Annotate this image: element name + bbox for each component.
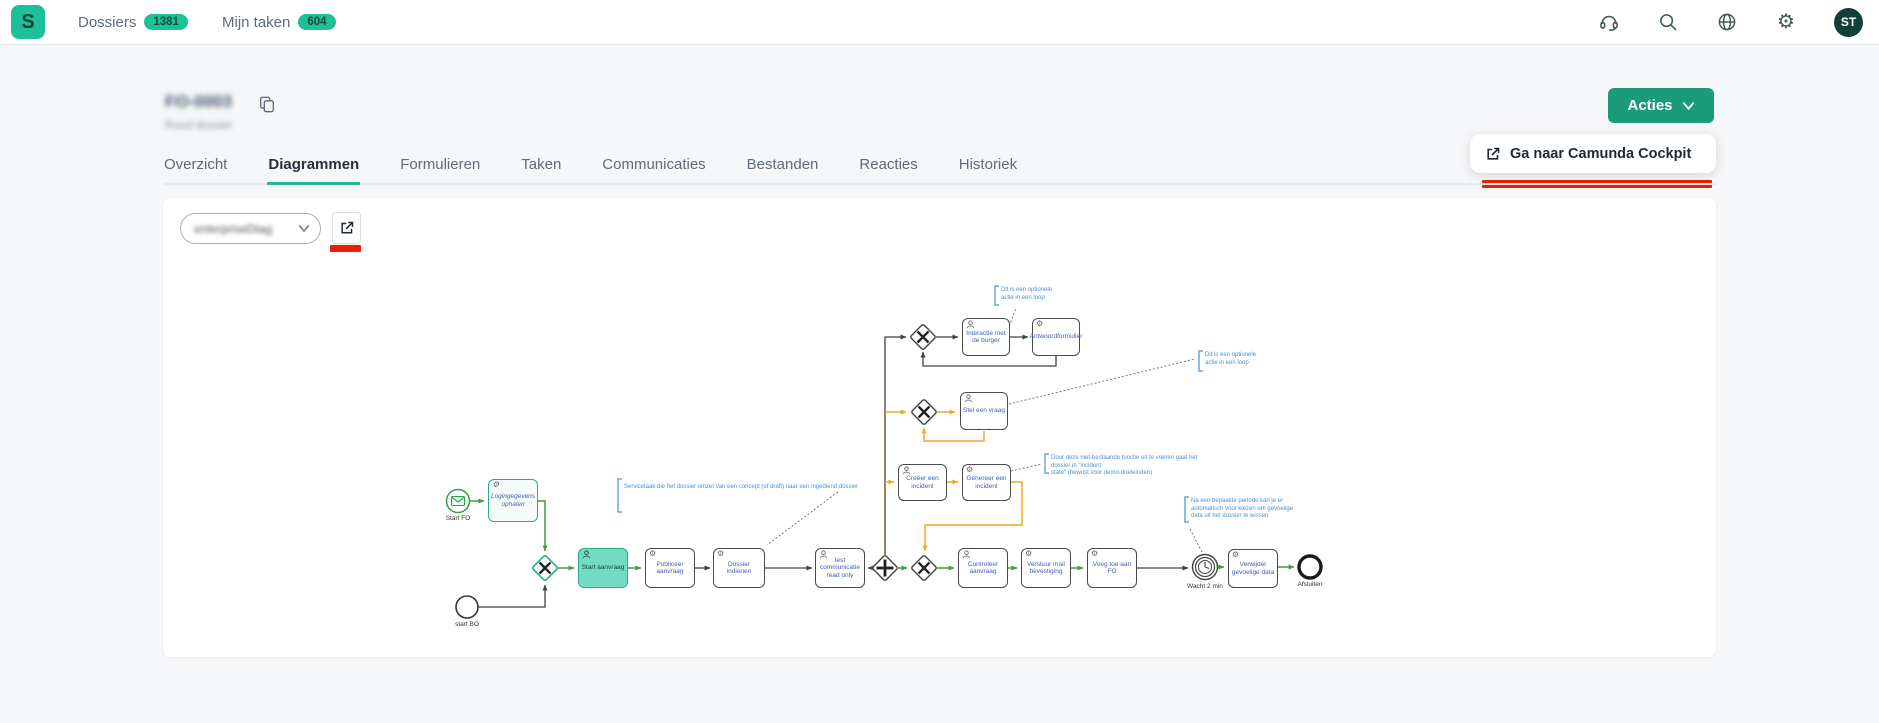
chevron-down-icon [1682,101,1695,111]
tab-bestanden[interactable]: Bestanden [746,152,820,183]
tab-bar: Overzicht Diagrammen Formulieren Taken C… [163,152,1716,185]
task-antwoordformulier: ⚙ Antwoordformulier [1032,318,1080,356]
service-task-icon: ⚙ [966,466,973,474]
task-start-aanvraag: Start aanvraag [578,548,628,588]
red-underline-annotation [330,245,361,252]
nav-item-dossiers[interactable]: Dossiers 1381 [78,0,188,44]
tab-diagrammen[interactable]: Diagrammen [267,152,360,185]
service-task-icon: ⚙ [1091,550,1098,558]
service-task-icon: ⚙ [492,481,499,489]
event-start-fo-message [447,490,470,513]
diagram-select-value: enterpriseDiag [194,222,272,236]
task-voeg-toe-aan-fo: ⚙ Voeg toe aan FO [1087,548,1137,588]
chevron-down-icon [298,224,310,233]
service-task-icon: ⚙ [1232,551,1239,559]
gateway-xor-vraag-loop [911,399,937,425]
task-genereer-een-incident: ⚙ Genereer een incident [962,464,1011,501]
annotation-gevoelige-data: Na een bepaalde periode kan je er automa… [1191,498,1316,521]
tab-taken[interactable]: Taken [520,152,562,183]
task-controleer-aanvraag: Controleer aanvraag [958,548,1008,588]
service-task-icon: ⚙ [1036,320,1043,328]
top-navbar: S Dossiers 1381 Mijn taken 604 [0,0,1879,45]
event-label-start-fo: Start FO [436,515,480,522]
task-stel-een-vraag: Stel een vraag [960,392,1008,430]
gateway-xor-burger-loop [910,324,936,350]
event-timer-wait [1193,555,1218,580]
task-verwijder-gevoelige-data: ⚙ Verwijder gevoelige data [1228,549,1278,588]
service-task-icon: ⚙ [649,550,656,558]
nav-item-mijn-taken[interactable]: Mijn taken 604 [222,0,336,44]
event-label-start-bo: start BO [445,621,489,628]
user-task-icon [964,394,973,406]
gateway-xor-main [911,555,937,581]
tab-reacties[interactable]: Reacties [858,152,918,183]
nav-item-label: Mijn taken [222,14,290,31]
gateway-xor-start [532,555,558,581]
task-publiceer-aanvraag: ⚙ Publiceer aanvraag [645,548,695,588]
search-icon[interactable] [1657,11,1679,33]
settings-gear-icon[interactable]: ⚙ [1775,11,1797,33]
acties-button[interactable]: Acties [1608,88,1714,123]
user-task-icon [819,550,828,562]
tab-formulieren[interactable]: Formulieren [399,152,481,183]
task-interactie-met-burger: Interactie met de burger [962,318,1010,356]
copy-icon[interactable] [258,95,276,113]
taken-count-badge: 604 [298,14,335,30]
app-logo[interactable]: S [11,5,45,39]
user-avatar[interactable]: ST [1834,8,1863,37]
tab-overzicht[interactable]: Overzicht [163,152,228,183]
annotation-optionele-actie-1: Dit is een optionele actie in een loop [1001,287,1056,302]
event-label-afsluiten: Afsluiten [1288,581,1332,588]
page-subtitle: Rood dossier [165,120,233,132]
service-task-icon: ⚙ [717,550,724,558]
headset-icon[interactable] [1598,11,1620,33]
gateway-parallel [872,555,898,581]
tab-historiek[interactable]: Historiek [958,152,1018,183]
diagram-select[interactable]: enterpriseDiag [180,213,321,244]
annotation-optionele-actie-2: Dit is een optionele actie in een loop [1205,352,1260,367]
annotation-incident-state: Door deze niet-bestaande functie uit te … [1051,455,1201,478]
user-task-icon [962,550,971,562]
navbar-actions: ⚙ ST [1598,0,1863,44]
task-logingegevens-ophalen: ⚙ Logingegevens ophalen [488,479,538,522]
event-end-afsluiten [1299,556,1321,578]
annotation-servicetaak: Servicetaak die het dossier omzet van ee… [624,484,864,492]
task-creeer-een-incident: Creëer een incident [898,464,947,501]
app-window: S Dossiers 1381 Mijn taken 604 [0,0,1879,723]
acties-button-label: Acties [1627,97,1672,114]
event-label-wacht-2-min: Wacht 2 min [1181,583,1229,590]
page-title: FO-0003 [165,92,232,112]
user-task-icon [902,466,911,478]
task-dossier-indienen: ⚙ Dossier indienen [713,548,765,588]
user-task-icon [966,320,975,332]
nav-item-label: Dossiers [78,14,136,31]
dossiers-count-badge: 1381 [144,14,188,30]
event-start-bo [456,596,478,618]
open-diagram-external-button[interactable] [332,212,361,244]
globe-icon[interactable] [1716,11,1738,33]
task-test-communicatie: test communicatie read only [815,548,865,588]
user-task-icon [582,550,591,562]
service-task-icon: ⚙ [1025,550,1032,558]
tab-communicaties[interactable]: Communicaties [601,152,706,183]
external-link-icon [339,220,355,236]
task-verstuur-mail: ⚙ Verstuur mail bevestiging [1021,548,1071,588]
